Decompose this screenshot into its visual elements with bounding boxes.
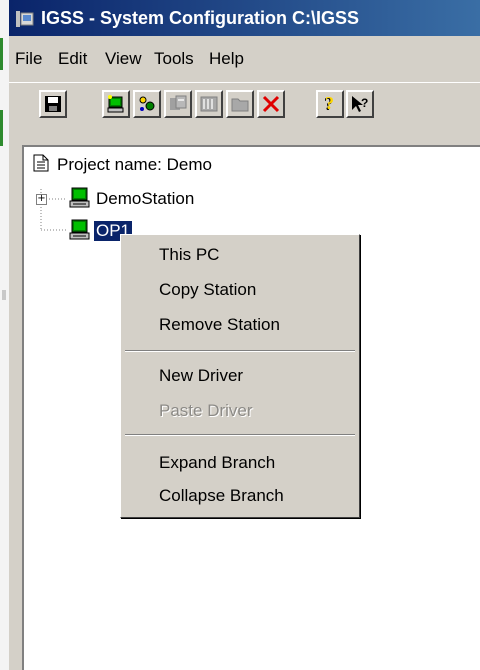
- delete-icon: [262, 95, 280, 113]
- desktop-strip: [0, 0, 9, 670]
- new-station-icon: [107, 95, 124, 113]
- tree-node-demostation[interactable]: DemoStation: [96, 189, 194, 209]
- menu-view[interactable]: View: [105, 49, 142, 69]
- new-station-button[interactable]: [102, 90, 130, 118]
- toolbar: ? ? ?: [9, 82, 480, 142]
- menu-edit[interactable]: Edit: [58, 49, 87, 69]
- menu-tools[interactable]: Tools: [154, 49, 194, 69]
- module-button[interactable]: [195, 90, 223, 118]
- menu-separator: [125, 434, 355, 436]
- help-icon: ? ?: [324, 94, 334, 114]
- new-driver-icon: [139, 96, 155, 111]
- app-icon: [16, 11, 34, 27]
- context-help-icon: ?: [352, 96, 368, 112]
- station-icon: [69, 219, 90, 240]
- menu-item-new-driver[interactable]: New Driver: [159, 366, 243, 386]
- context-menu: This PC Copy Station Remove Station New …: [120, 234, 360, 518]
- svg-text:?: ?: [325, 94, 334, 113]
- menu-separator: [125, 350, 355, 352]
- tree-expander[interactable]: +: [36, 194, 47, 205]
- new-driver-button[interactable]: [133, 90, 161, 118]
- window-title: IGSS - System Configuration C:\IGSS: [41, 8, 360, 28]
- toolbar-separator: [9, 82, 480, 83]
- context-help-button[interactable]: ?: [346, 90, 374, 118]
- menu-help[interactable]: Help: [209, 49, 244, 69]
- copy-icon: [170, 95, 187, 110]
- help-button[interactable]: ? ?: [316, 90, 344, 118]
- svg-text:?: ?: [361, 96, 368, 110]
- folder-button[interactable]: [226, 90, 254, 118]
- desktop-accent: [0, 38, 3, 70]
- desktop-accent: [0, 110, 3, 146]
- station-icon: [69, 187, 90, 208]
- folder-icon: [231, 98, 249, 112]
- menu-item-paste-driver: Paste Driver: [159, 401, 253, 420]
- menu-file[interactable]: File: [15, 49, 42, 69]
- menu-item-collapse-branch[interactable]: Collapse Branch: [159, 486, 284, 506]
- save-icon: [45, 96, 61, 112]
- menu-bar: File Edit View Tools Help: [9, 37, 480, 79]
- title-bar[interactable]: IGSS - System Configuration C:\IGSS: [9, 0, 480, 36]
- copy-button[interactable]: [164, 90, 192, 118]
- expander-glyph: +: [37, 193, 46, 204]
- menu-item-copy-station[interactable]: Copy Station: [159, 280, 256, 300]
- module-icon: [200, 96, 218, 112]
- save-button[interactable]: [39, 90, 67, 118]
- menu-item-this-pc[interactable]: This PC: [159, 245, 219, 265]
- delete-button[interactable]: [257, 90, 285, 118]
- menu-item-expand-branch[interactable]: Expand Branch: [159, 453, 275, 473]
- desktop-accent: [2, 290, 6, 300]
- menu-item-remove-station[interactable]: Remove Station: [159, 315, 280, 335]
